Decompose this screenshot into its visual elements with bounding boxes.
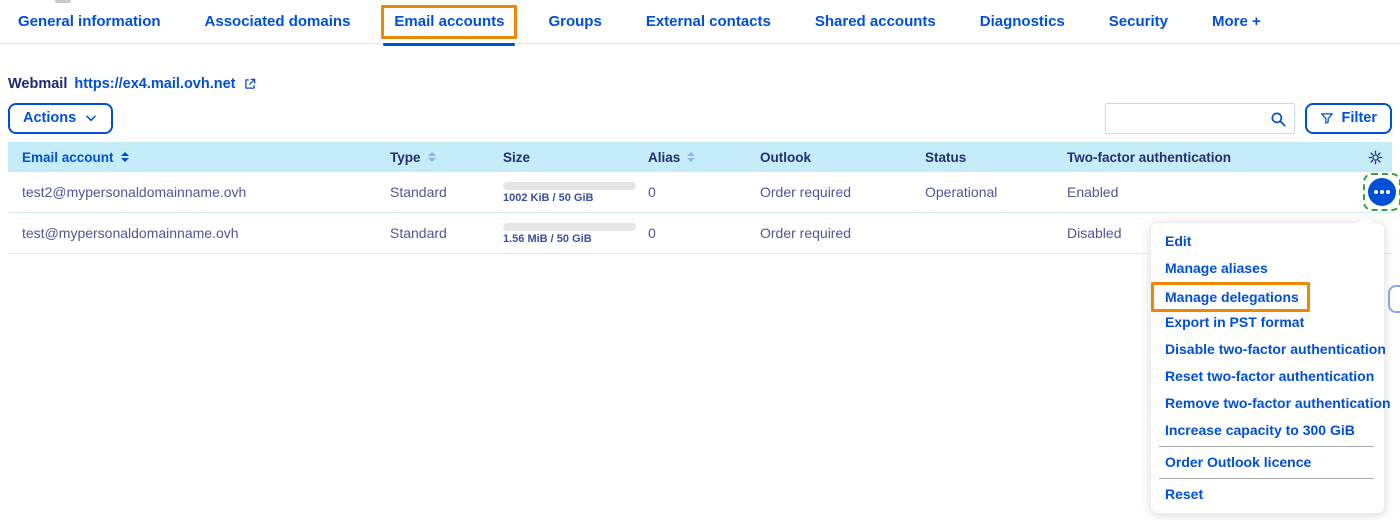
tab-shared-accounts[interactable]: Shared accounts <box>815 13 936 30</box>
tab-more[interactable]: More + <box>1212 13 1261 30</box>
cell-type: Standard <box>384 225 497 241</box>
table-settings-gear-icon[interactable] <box>1357 150 1392 165</box>
column-header-alias-label: Alias <box>648 150 680 165</box>
column-header-outlook-label: Outlook <box>760 150 811 165</box>
search-input[interactable] <box>1106 104 1325 133</box>
tab-associated-domains[interactable]: Associated domains <box>205 13 351 30</box>
sort-icon-type[interactable] <box>428 152 436 162</box>
active-tab-underline <box>383 43 515 46</box>
column-header-status-label: Status <box>925 150 966 165</box>
tab-email-accounts-wrap: Email accounts <box>381 5 517 39</box>
tab-security[interactable]: Security <box>1109 13 1168 30</box>
cell-status: Operational <box>919 184 1061 200</box>
menu-item-edit[interactable]: Edit <box>1151 228 1384 255</box>
column-header-twofactor: Two-factor authentication <box>1061 150 1357 165</box>
quota-progress-bar <box>503 182 636 190</box>
search-icon[interactable] <box>1269 110 1287 128</box>
column-header-email-label: Email account <box>22 150 114 165</box>
cell-alias: 0 <box>642 225 754 241</box>
webmail-label: Webmail <box>8 76 67 92</box>
column-header-email-account[interactable]: Email account <box>8 150 384 165</box>
cell-size: 1002 KiB / 50 GiB <box>497 180 642 204</box>
column-header-size-label: Size <box>503 150 530 165</box>
column-header-twofactor-label: Two-factor authentication <box>1067 150 1231 165</box>
annotation-box-menu: Manage delegations <box>1151 282 1310 312</box>
external-link-icon[interactable] <box>243 77 257 91</box>
sort-icon-email[interactable] <box>121 152 129 162</box>
menu-item-reset-2fa[interactable]: Reset two-factor authentication <box>1151 363 1384 390</box>
webmail-link[interactable]: https://ex4.mail.ovh.net <box>74 76 235 92</box>
cell-email: test2@mypersonaldomainname.ovh <box>8 184 384 200</box>
tab-bar: General information Associated domains E… <box>0 0 1400 44</box>
menu-item-export-pst[interactable]: Export in PST format <box>1151 309 1384 336</box>
menu-item-reset[interactable]: Reset <box>1151 481 1384 508</box>
chevron-down-icon <box>84 110 98 126</box>
quota-usage-label: 1.56 MiB / 50 GiB <box>503 234 642 245</box>
menu-item-order-outlook-licence[interactable]: Order Outlook licence <box>1151 449 1384 476</box>
webmail-row: Webmail https://ex4.mail.ovh.net <box>8 76 257 92</box>
search-box <box>1105 103 1295 134</box>
row-actions-ellipsis-button[interactable] <box>1368 178 1396 206</box>
cell-size: 1.56 MiB / 50 GiB <box>497 221 642 245</box>
cell-row-actions <box>1357 173 1400 211</box>
menu-separator <box>1159 446 1374 447</box>
sort-icon-alias[interactable] <box>687 152 695 162</box>
table-row: test2@mypersonaldomainname.ovh Standard … <box>8 172 1392 213</box>
tab-email-accounts[interactable]: Email accounts <box>394 13 504 30</box>
menu-item-manage-delegations[interactable]: Manage delegations <box>1165 289 1299 305</box>
cell-email: test@mypersonaldomainname.ovh <box>8 225 384 241</box>
row-actions-context-menu: Edit Manage aliases Manage delegations E… <box>1150 222 1385 514</box>
cell-outlook: Order required <box>754 184 919 200</box>
column-header-type[interactable]: Type <box>384 150 497 165</box>
menu-item-manage-aliases[interactable]: Manage aliases <box>1151 255 1384 282</box>
column-header-outlook: Outlook <box>754 150 919 165</box>
tab-diagnostics[interactable]: Diagnostics <box>980 13 1065 30</box>
annotation-box-tab: Email accounts <box>381 5 517 39</box>
column-header-size: Size <box>497 150 642 165</box>
column-header-status: Status <box>919 150 1061 165</box>
clipped-pagination-button[interactable] <box>1388 285 1400 313</box>
quota-progress-bar <box>503 223 636 231</box>
column-header-type-label: Type <box>390 150 421 165</box>
menu-item-remove-2fa[interactable]: Remove two-factor authentication <box>1151 390 1384 417</box>
menu-item-increase-capacity[interactable]: Increase capacity to 300 GiB <box>1151 417 1384 444</box>
tab-external-contacts[interactable]: External contacts <box>646 13 771 30</box>
menu-item-manage-delegations-row: Manage delegations <box>1151 282 1384 309</box>
cell-twofactor: Enabled <box>1061 184 1357 200</box>
filter-button-label: Filter <box>1342 110 1377 126</box>
menu-separator <box>1159 478 1374 479</box>
actions-button[interactable]: Actions <box>8 103 113 134</box>
tab-groups[interactable]: Groups <box>548 13 601 30</box>
quota-usage-label: 1002 KiB / 50 GiB <box>503 193 642 204</box>
actions-button-label: Actions <box>23 110 76 126</box>
cell-type: Standard <box>384 184 497 200</box>
tab-general-information[interactable]: General information <box>18 13 161 30</box>
menu-item-disable-2fa[interactable]: Disable two-factor authentication <box>1151 336 1384 363</box>
toolbar-right: Filter <box>1105 103 1392 134</box>
focus-ring <box>1363 173 1400 211</box>
cell-outlook: Order required <box>754 225 919 241</box>
column-header-alias[interactable]: Alias <box>642 150 754 165</box>
toolbar: Actions Filter <box>8 102 1392 134</box>
table-header-row: Email account Type Size Alias Outlook St… <box>8 142 1392 172</box>
cell-alias: 0 <box>642 184 754 200</box>
